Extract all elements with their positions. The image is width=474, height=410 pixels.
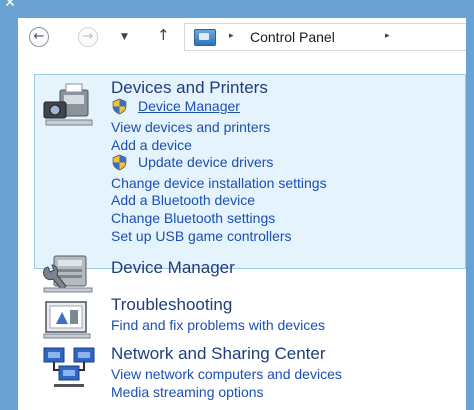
link-view-devices-printers[interactable]: View devices and printers (111, 119, 270, 135)
device-manager-title[interactable]: Device Manager (111, 258, 235, 278)
back-button[interactable]: ← (29, 27, 49, 47)
link-change-bluetooth-settings[interactable]: Change Bluetooth settings (111, 210, 275, 226)
address-bar[interactable]: ▸ Control Panel ▸ (184, 23, 466, 51)
network-sharing-icon[interactable] (40, 344, 98, 390)
up-level-arrow-icon[interactable]: ↑ (157, 26, 170, 44)
admin-shield-icon (112, 98, 127, 115)
arrow-right-icon: → (82, 29, 94, 44)
breadcrumb-separator-icon[interactable]: ▸ (229, 31, 234, 41)
network-sharing-title[interactable]: Network and Sharing Center (111, 344, 326, 364)
admin-shield-icon (112, 154, 127, 171)
arrow-left-icon: ← (33, 29, 45, 44)
device-manager-icon[interactable] (40, 254, 98, 294)
link-add-device[interactable]: Add a device (111, 137, 192, 153)
devices-printers-title[interactable]: Devices and Printers (111, 78, 268, 98)
link-change-installation-settings[interactable]: Change device installation settings (111, 175, 327, 191)
link-add-bluetooth-device[interactable]: Add a Bluetooth device (111, 192, 255, 208)
window-titlebar: ✕ (0, 0, 474, 18)
link-media-streaming[interactable]: Media streaming options (111, 384, 264, 400)
control-panel-icon (194, 29, 216, 46)
link-find-fix-problems[interactable]: Find and fix problems with devices (111, 317, 325, 333)
breadcrumb-control-panel[interactable]: Control Panel (250, 29, 335, 45)
window-frame-left (0, 18, 18, 410)
close-icon[interactable]: ✕ (2, 0, 18, 11)
link-update-device-drivers[interactable]: Update device drivers (138, 154, 273, 170)
window-frame-right (466, 18, 474, 410)
troubleshooting-title[interactable]: Troubleshooting (111, 295, 232, 315)
recent-locations-chevron-down-icon[interactable]: ▼ (121, 32, 128, 42)
breadcrumb-separator-icon[interactable]: ▸ (385, 31, 390, 41)
window-content: ← → ▼ ↑ ▸ Control Panel ▸ Devices and Pr… (18, 18, 466, 410)
link-view-network-computers[interactable]: View network computers and devices (111, 366, 342, 382)
forward-button[interactable]: → (78, 27, 98, 47)
link-device-manager[interactable]: Device Manager (138, 98, 240, 114)
link-usb-game-controllers[interactable]: Set up USB game controllers (111, 228, 292, 244)
troubleshooting-icon[interactable] (40, 300, 98, 340)
devices-printers-icon[interactable] (40, 82, 98, 128)
